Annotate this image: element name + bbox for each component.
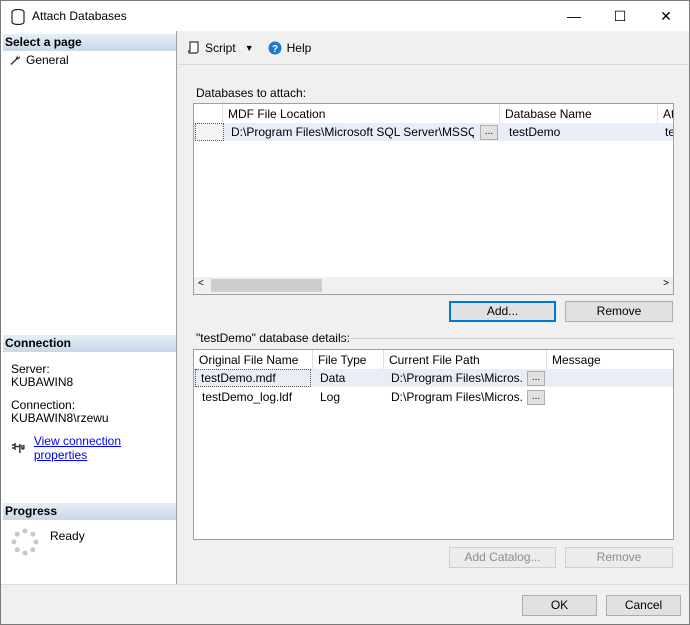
cancel-button[interactable]: Cancel: [606, 595, 681, 616]
progress-spinner-icon: [11, 528, 39, 556]
original-file-name-cell[interactable]: testDemo.mdf: [195, 368, 311, 387]
details-remove-button[interactable]: Remove: [565, 547, 673, 568]
column-header-message[interactable]: Message: [547, 350, 673, 369]
column-header-original-file-name[interactable]: Original File Name: [194, 350, 313, 369]
page-item-general[interactable]: General: [9, 53, 69, 67]
file-type-cell[interactable]: Data: [315, 369, 381, 387]
help-icon: ?: [268, 41, 282, 55]
current-file-path-cell[interactable]: D:\Program Files\Micros...: [386, 388, 522, 406]
table-row[interactable]: testDemo_log.ldf Log D:\Program Files\Mi…: [194, 388, 673, 406]
database-name-cell[interactable]: testDemo: [504, 123, 654, 141]
databases-to-attach-label: Databases to attach:: [196, 86, 307, 100]
table-row[interactable]: D:\Program Files\Microsoft SQL Server\MS…: [194, 123, 673, 141]
add-button[interactable]: Add...: [449, 301, 556, 322]
toolbar: Script ▼ ? Help: [178, 31, 689, 65]
column-header-current-file-path[interactable]: Current File Path: [384, 350, 547, 369]
dropdown-arrow-icon[interactable]: ▼: [245, 43, 254, 53]
current-file-path-cell[interactable]: D:\Program Files\Micros...: [386, 369, 522, 387]
minimize-icon: —: [567, 8, 581, 24]
maximize-button[interactable]: ☐: [597, 1, 643, 31]
progress-header: Progress: [3, 503, 176, 520]
connection-value: KUBAWIN8\rzewu: [11, 411, 109, 425]
column-header-file-type[interactable]: File Type: [313, 350, 384, 369]
mdf-location-cell[interactable]: D:\Program Files\Microsoft SQL Server\MS…: [226, 123, 474, 141]
view-connection-link-text: View connection properties: [33, 434, 121, 462]
left-pane: Select a page General Connection Server:…: [1, 31, 177, 584]
ok-button[interactable]: OK: [522, 595, 597, 616]
view-connection-properties-link[interactable]: View connection properties: [11, 434, 176, 462]
horizontal-scrollbar[interactable]: < >: [194, 277, 673, 294]
databases-grid: MDF File Location Database Name At D:\Pr…: [193, 103, 674, 295]
script-button[interactable]: Script ▼: [185, 39, 256, 57]
file-type-cell[interactable]: Log: [315, 388, 381, 406]
column-header-attach-as[interactable]: At: [658, 104, 673, 123]
row-selector[interactable]: [195, 123, 224, 141]
help-label: Help: [286, 40, 312, 55]
minimize-button[interactable]: —: [551, 1, 597, 31]
browse-path-button[interactable]: ...: [527, 371, 545, 386]
progress-area: Ready: [10, 527, 85, 557]
progress-status: Ready: [50, 529, 85, 543]
attach-databases-window: Attach Databases — ☐ ✕ Select a page Gen…: [0, 0, 690, 625]
plug-icon: [11, 443, 25, 453]
close-button[interactable]: ✕: [643, 1, 689, 31]
row-header-column: [194, 104, 223, 123]
table-row[interactable]: testDemo.mdf Data D:\Program Files\Micro…: [194, 368, 673, 387]
attach-as-cell[interactable]: te: [660, 123, 673, 141]
maximize-icon: ☐: [613, 7, 627, 24]
title-bar: Attach Databases — ☐ ✕: [1, 1, 689, 31]
select-page-header: Select a page: [3, 34, 176, 51]
database-icon: [11, 9, 25, 25]
scrollbar-thumb[interactable]: [211, 279, 322, 292]
add-catalog-button[interactable]: Add Catalog...: [449, 547, 556, 568]
scroll-right-icon[interactable]: >: [663, 278, 669, 289]
browse-path-button[interactable]: ...: [527, 390, 545, 405]
details-grid: Original File Name File Type Current Fil…: [193, 349, 674, 540]
browse-mdf-button[interactable]: ...: [480, 125, 498, 140]
dialog-footer: OK Cancel: [1, 584, 689, 624]
script-label: Script: [205, 40, 236, 55]
wrench-icon: [10, 55, 21, 65]
original-file-name-cell[interactable]: testDemo_log.ldf: [197, 388, 311, 406]
page-item-label: General: [26, 53, 69, 67]
scroll-left-icon[interactable]: <: [198, 278, 204, 289]
close-icon: ✕: [660, 7, 672, 24]
script-icon: [188, 40, 199, 54]
window-title: Attach Databases: [32, 9, 127, 23]
connection-header: Connection: [3, 335, 176, 352]
svg-text:?: ?: [272, 44, 278, 55]
column-header-database-name[interactable]: Database Name: [500, 104, 658, 123]
details-separator: [341, 338, 674, 339]
database-details-label: "testDemo" database details:: [196, 331, 350, 345]
server-value: KUBAWIN8: [11, 375, 74, 389]
right-pane: Script ▼ ? Help Databases to attach: MDF…: [178, 31, 689, 584]
help-button[interactable]: ? Help: [266, 39, 314, 57]
remove-button[interactable]: Remove: [565, 301, 673, 322]
column-header-mdf[interactable]: MDF File Location: [223, 104, 500, 123]
